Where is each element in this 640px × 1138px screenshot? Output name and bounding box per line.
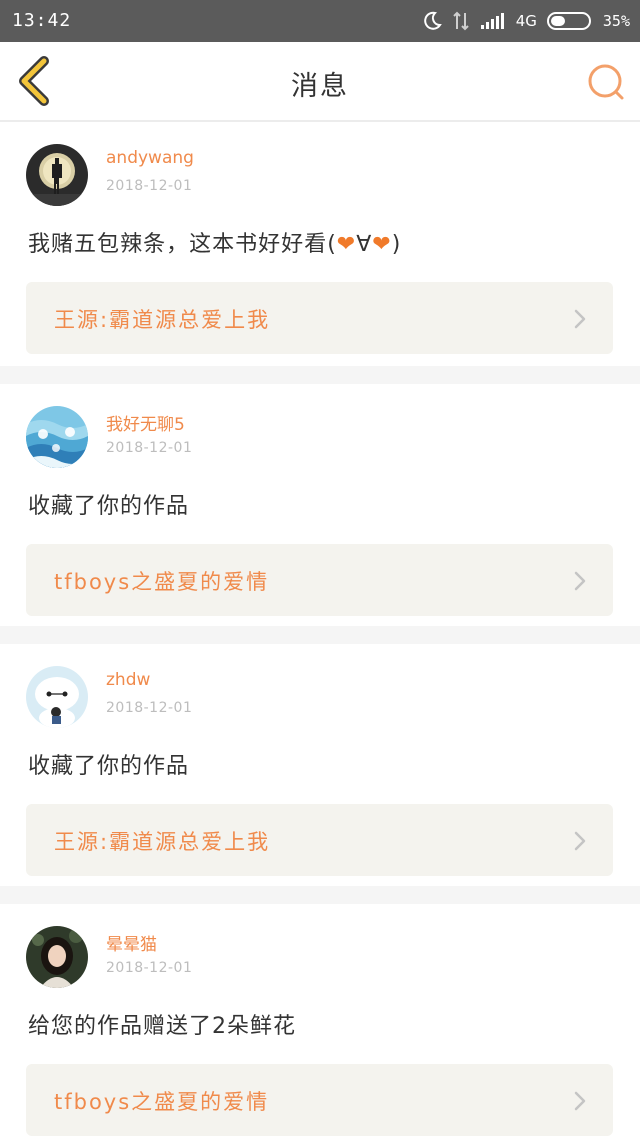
- chevron-right-icon: [574, 1091, 586, 1111]
- book-title: tfboys之盛夏的爱情: [54, 1090, 270, 1114]
- book-title: 王源:霸道源总爱上我: [54, 308, 271, 332]
- message-card: andywang 2018-12-01 我赌五包辣条，这本书好好看(❤∀❤) 王…: [0, 122, 640, 366]
- signal-icon: [480, 12, 506, 30]
- user-avatar[interactable]: [26, 144, 88, 206]
- avatar-girl-photo: [26, 926, 88, 988]
- book-link[interactable]: 王源:霸道源总爱上我: [26, 804, 613, 876]
- message-date: 2018-12-01: [106, 960, 193, 976]
- book-title: 王源:霸道源总爱上我: [54, 830, 271, 854]
- book-link[interactable]: tfboys之盛夏的爱情: [26, 544, 613, 616]
- battery-percent: 35%: [602, 12, 630, 30]
- message-date: 2018-12-01: [106, 440, 193, 456]
- user-avatar[interactable]: [26, 666, 88, 728]
- message-card: 晕晕猫 2018-12-01 给您的作品赠送了2朵鲜花 tfboys之盛夏的爱情: [0, 904, 640, 1138]
- username[interactable]: zhdw: [106, 670, 150, 690]
- username[interactable]: 晕晕猫: [106, 930, 157, 955]
- status-time: 13:42: [12, 10, 72, 31]
- book-link[interactable]: 王源:霸道源总爱上我: [26, 282, 613, 354]
- message-date: 2018-12-01: [106, 178, 193, 194]
- user-avatar[interactable]: [26, 406, 88, 468]
- chevron-right-icon: [574, 831, 586, 851]
- message-text: 收藏了你的作品: [28, 754, 190, 779]
- moon-icon: [422, 11, 442, 31]
- message-text: 给您的作品赠送了2朵鲜花: [28, 1014, 296, 1039]
- message-date: 2018-12-01: [106, 700, 193, 716]
- data-transfer-icon: [452, 11, 470, 31]
- search-icon: [588, 64, 624, 100]
- message-text: 收藏了你的作品: [28, 494, 190, 519]
- book-title: tfboys之盛夏的爱情: [54, 570, 270, 594]
- avatar-blue-pattern: [26, 406, 88, 468]
- username[interactable]: 我好无聊5: [106, 410, 185, 435]
- page-title: 消息: [291, 71, 349, 102]
- book-link[interactable]: tfboys之盛夏的爱情: [26, 1064, 613, 1136]
- status-icons: 4G 35%: [422, 9, 630, 33]
- avatar-baymax: [26, 666, 88, 728]
- message-text: 我赌五包辣条，这本书好好看(❤∀❤): [28, 232, 402, 257]
- message-card: zhdw 2018-12-01 收藏了你的作品 王源:霸道源总爱上我: [0, 644, 640, 886]
- username[interactable]: andywang: [106, 148, 194, 168]
- user-avatar[interactable]: [26, 926, 88, 988]
- chevron-right-icon: [574, 309, 586, 329]
- chevron-right-icon: [574, 571, 586, 591]
- status-bar: 13:42 4G 35%: [0, 0, 640, 42]
- message-card: 我好无聊5 2018-12-01 收藏了你的作品 tfboys之盛夏的爱情: [0, 384, 640, 626]
- app-header: 消息: [0, 42, 640, 122]
- network-type: 4G: [515, 12, 537, 30]
- battery-icon: [546, 11, 593, 31]
- search-button[interactable]: [586, 62, 626, 102]
- avatar-moon-figure: [26, 144, 88, 206]
